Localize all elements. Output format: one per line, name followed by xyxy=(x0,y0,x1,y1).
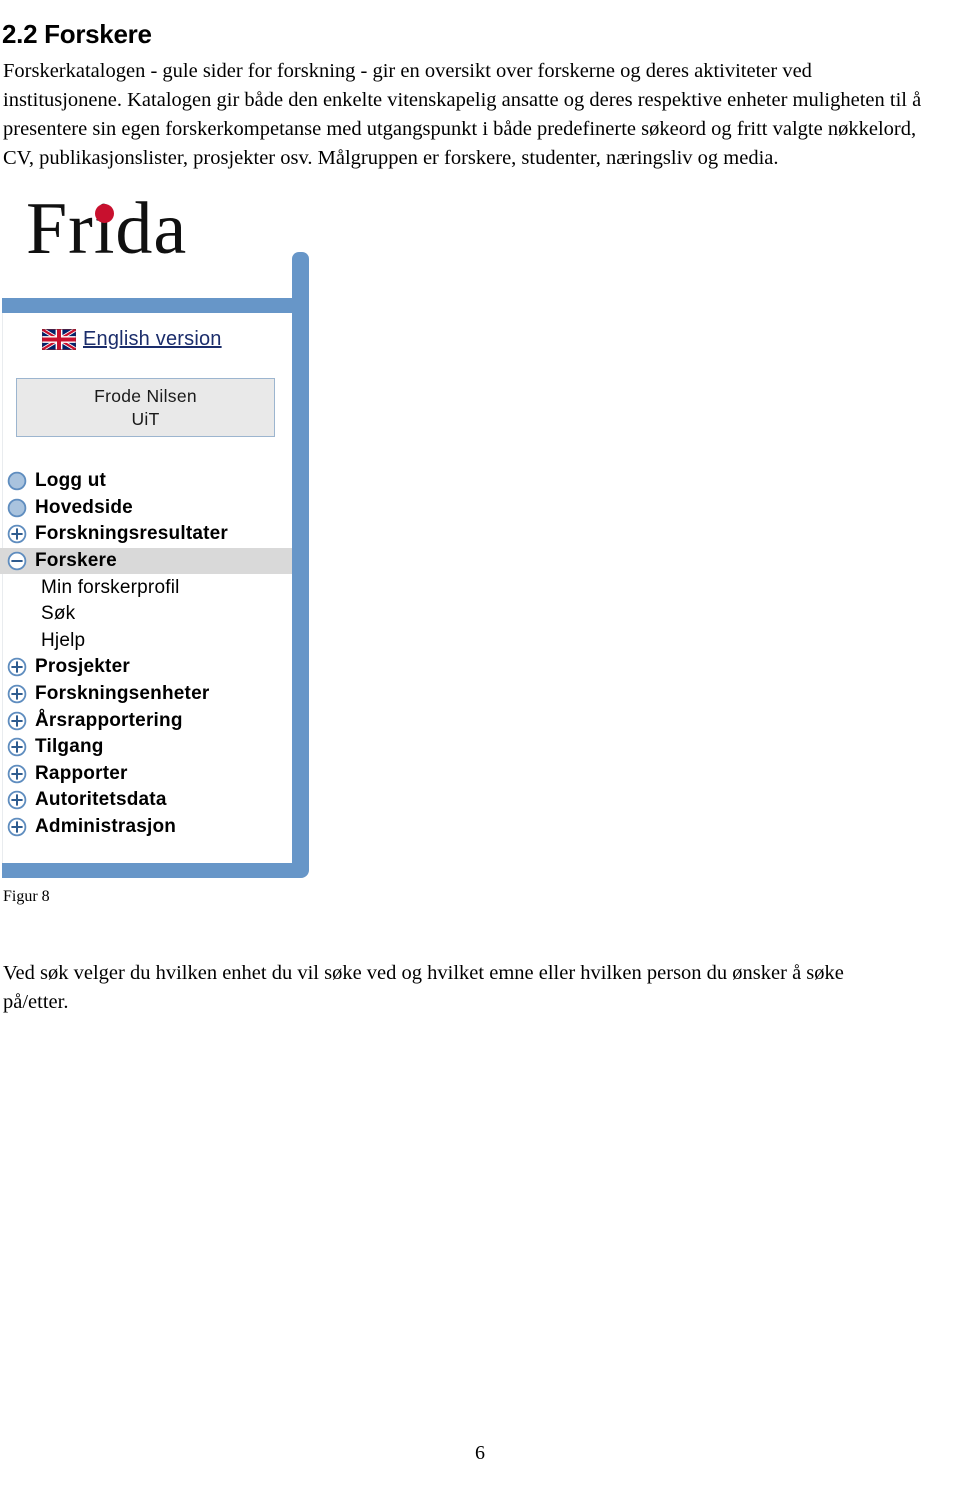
sidebar-item-label: Rapporter xyxy=(35,762,128,784)
sidebar-item-tilgang[interactable]: Tilgang xyxy=(0,734,292,761)
closing-paragraph: Ved søk velger du hvilken enhet du vil s… xyxy=(3,961,844,1013)
plus-circle-icon[interactable] xyxy=(6,789,28,811)
sidebar-nav: Logg ut Hovedside Forskningsresultater Fors… xyxy=(0,468,292,840)
uk-flag-icon xyxy=(42,329,76,350)
sidebar-item-label: Hovedside xyxy=(35,496,133,518)
sidebar-item-label: Prosjekter xyxy=(35,656,130,678)
brand-text-before: Fr xyxy=(26,188,94,270)
figure-caption: Figur 8 xyxy=(3,888,50,905)
page-number: 6 xyxy=(475,1442,485,1464)
bullet-circle-icon[interactable] xyxy=(6,470,28,492)
sidebar-item-label: Tilgang xyxy=(35,736,104,758)
frame-bar-top xyxy=(2,298,305,313)
frame-bar-right xyxy=(292,252,309,878)
plus-circle-icon[interactable] xyxy=(6,816,28,838)
red-dot-icon xyxy=(94,204,114,223)
user-name: Frode Nilsen xyxy=(94,386,197,406)
brand-letter-i-glyph: i xyxy=(93,188,116,270)
user-identity-box: Frode Nilsen UiT xyxy=(16,378,275,437)
sidebar-item-label: Autoritetsdata xyxy=(35,789,167,811)
frame-bar-bottom xyxy=(2,863,307,878)
sidebar-item-label: Søk xyxy=(41,603,76,625)
sidebar-item-forskere[interactable]: Forskere xyxy=(0,547,292,575)
sidebar-item-label: Min forskerprofil xyxy=(41,576,180,598)
plus-circle-icon[interactable] xyxy=(6,763,28,785)
sidebar-item-rsrapportering[interactable]: Årsrapportering xyxy=(0,707,292,734)
plus-circle-icon[interactable] xyxy=(6,736,28,758)
frida-logo: Fri da xyxy=(26,192,187,266)
sidebar-item-rapporter[interactable]: Rapporter xyxy=(0,761,292,788)
sidebar-item-forskningsenheter[interactable]: Forskningsenheter xyxy=(0,681,292,708)
sidebar-item-label: Årsrapportering xyxy=(35,709,183,731)
sidebar-item-prosjekter[interactable]: Prosjekter xyxy=(0,654,292,681)
page-title: 2.2 Forskere xyxy=(2,19,152,50)
sidebar-item-hjelp[interactable]: Hjelp xyxy=(0,628,292,655)
sidebar-item-label: Logg ut xyxy=(35,470,107,492)
plus-circle-icon[interactable] xyxy=(6,523,28,545)
english-version-link[interactable]: English version xyxy=(42,328,222,351)
sidebar-item-s-k[interactable]: Søk xyxy=(0,601,292,628)
sidebar-item-label: Forskningsenheter xyxy=(35,683,210,705)
intro-paragraph: Forskerkatalogen - gule sider for forskn… xyxy=(3,59,922,170)
sidebar-item-autoritetsdata[interactable]: Autoritetsdata xyxy=(0,787,292,814)
brand-text-after: da xyxy=(115,188,188,270)
sidebar-item-label: Hjelp xyxy=(41,629,86,651)
figure-screenshot: Fri da English version Frode Nilsen UiT L… xyxy=(0,190,330,890)
english-version-label: English version xyxy=(83,328,222,350)
sidebar-item-label: Forskningsresultater xyxy=(35,523,228,545)
brand-letter-i: i xyxy=(94,192,116,266)
plus-circle-icon[interactable] xyxy=(6,656,28,678)
sidebar-item-administrasjon[interactable]: Administrasjon xyxy=(0,814,292,841)
plus-circle-icon[interactable] xyxy=(6,683,28,705)
sidebar-item-label: Administrasjon xyxy=(35,816,177,838)
sidebar-item-hovedside[interactable]: Hovedside xyxy=(0,495,292,522)
sidebar-item-logg-ut[interactable]: Logg ut xyxy=(0,468,292,495)
sidebar-item-min-forskerprofil[interactable]: Min forskerprofil xyxy=(0,574,292,601)
plus-circle-icon[interactable] xyxy=(6,710,28,732)
user-institution: UiT xyxy=(131,409,160,429)
bullet-circle-icon[interactable] xyxy=(6,497,28,519)
minus-circle-icon[interactable] xyxy=(6,550,28,572)
sidebar-item-label: Forskere xyxy=(35,550,117,572)
sidebar-item-forskningsresultater[interactable]: Forskningsresultater xyxy=(0,521,292,548)
